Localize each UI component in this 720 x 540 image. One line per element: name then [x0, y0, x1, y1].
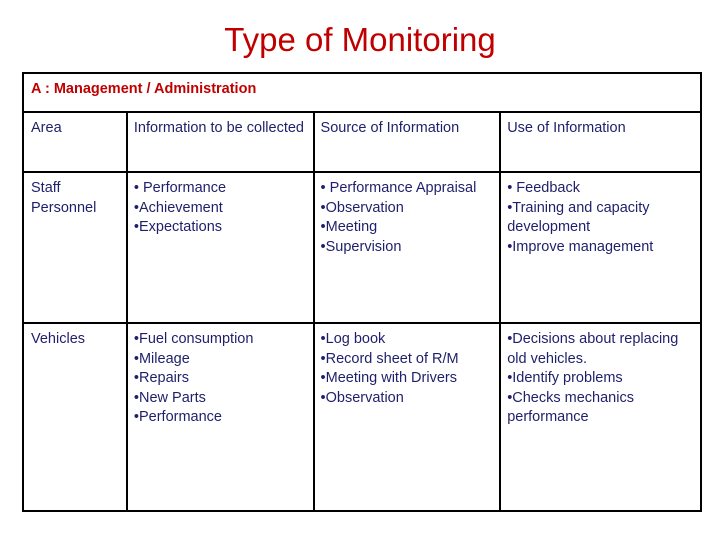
list-item: •Fuel consumption	[133, 331, 254, 347]
list-item: • Performance	[133, 180, 227, 196]
table-row: Vehicles •Fuel consumption •Mileage •Repai…	[22, 322, 702, 512]
list-item: •Observation	[320, 389, 404, 406]
cell-use-vehicles: •Decisions about replacing old vehicles.…	[499, 322, 702, 512]
list-item: •Achievement	[133, 199, 223, 216]
cell-area-vehicles: Vehicles	[22, 322, 128, 512]
cell-area-staff: Staff Personnel	[22, 171, 128, 324]
page-title: Type of Monitoring	[224, 21, 496, 58]
list-item: •Identify problems	[507, 370, 623, 386]
list-item: •Supervision	[320, 238, 402, 255]
list-item: •Repairs	[133, 370, 189, 386]
list-item: • Feedback	[507, 180, 580, 196]
list-item: •Observation	[320, 199, 404, 216]
cell-source-staff: • Performance Appraisal •Observation •Meet…	[312, 171, 502, 324]
bullet-list: • Performance Appraisal •Observation •Meet…	[321, 179, 494, 257]
list-item: •Record sheet of R/M	[320, 350, 459, 367]
bullet-list: •Decisions about replacing old vehicles.…	[507, 330, 694, 428]
column-header-use-of-information: Use of Information	[499, 111, 702, 173]
list-item: •Decisions about replacing old vehicles.	[507, 331, 679, 367]
list-item: •New Parts	[133, 389, 206, 406]
table-header-row: Area Information to be collected Source …	[22, 111, 702, 173]
list-item: •Meeting with Drivers	[320, 370, 457, 386]
monitoring-table: A : Management / Administration Area Inf…	[22, 72, 702, 512]
table-row: Staff Personnel • Performance •Achievemen…	[22, 171, 702, 324]
bullet-list: •Log book •Record sheet of R/M •Meeting wi…	[321, 330, 494, 408]
list-item: •Performance	[133, 409, 222, 425]
cell-information-staff: • Performance •Achievement •Expectations	[125, 171, 315, 324]
column-header-source-of-information: Source of Information	[312, 111, 502, 173]
list-item: •Expectations	[133, 219, 223, 235]
bullet-list: •Fuel consumption •Mileage •Repairs •New Pa…	[134, 330, 307, 428]
section-banner-label: A : Management / Administration	[22, 72, 702, 113]
list-item: •Checks mechanics performance	[507, 389, 634, 426]
cell-source-vehicles: •Log book •Record sheet of R/M •Meeting wi…	[312, 322, 502, 512]
cell-use-staff: • Feedback •Training and capacity develop…	[499, 171, 702, 324]
list-item: •Log book	[320, 331, 386, 347]
bullet-list: • Performance •Achievement •Expectations	[134, 179, 307, 238]
bullet-list: • Feedback •Training and capacity develop…	[507, 179, 694, 257]
list-item: •Meeting	[320, 219, 378, 235]
column-header-area: Area	[22, 111, 128, 173]
table-section-banner-row: A : Management / Administration	[22, 72, 702, 113]
list-item: •Training and capacity development	[507, 199, 650, 236]
slide-canvas: Type of Monitoring A : Management / Admi…	[0, 0, 720, 540]
column-header-information-to-be-collected: Information to be collected	[125, 111, 315, 173]
cell-information-vehicles: •Fuel consumption •Mileage •Repairs •New Pa…	[125, 322, 315, 512]
list-item: •Improve management	[507, 238, 654, 255]
list-item: •Mileage	[133, 350, 190, 367]
list-item: • Performance Appraisal	[320, 180, 477, 196]
